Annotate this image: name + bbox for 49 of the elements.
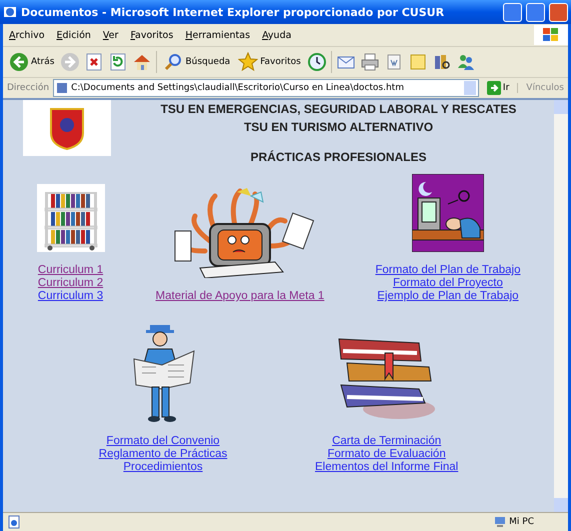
scrollbar[interactable]: [554, 100, 568, 512]
document-link[interactable]: Procedimientos: [123, 461, 203, 474]
document-link[interactable]: Material de Apoyo para la Meta 1: [156, 290, 324, 303]
window-title: Documentos - Microsoft Internet Explorer proporcionado por CUSUR: [21, 6, 446, 18]
file-icon: [56, 82, 68, 94]
document-link[interactable]: Formato de Evaluación: [327, 448, 446, 461]
document-link[interactable]: Formato del Plan de Trabajo: [375, 264, 520, 277]
toolbar-button[interactable]: Favoritos: [236, 50, 303, 74]
menu-item[interactable]: Ayuda: [256, 28, 298, 42]
document-link[interactable]: Carta de Terminación: [332, 435, 442, 448]
page-heading: TSU EN TURISMO ALTERNATIVO: [244, 120, 434, 134]
refresh-icon[interactable]: [108, 52, 128, 72]
close-button[interactable]: [549, 2, 568, 22]
windows-logo-icon: [534, 25, 568, 45]
printer-icon[interactable]: [360, 52, 380, 72]
document-link[interactable]: Formato del Convenio: [106, 435, 220, 448]
page-icon: [7, 515, 21, 529]
menu-item[interactable]: Edición: [50, 28, 97, 42]
zone-label: Mi PC: [509, 517, 534, 527]
address-field[interactable]: C:\Documents and Settings\claudiall\Escritorio\Curso en Linea\doctos.htm: [53, 79, 479, 97]
search-icon[interactable]: [163, 52, 184, 72]
document-link[interactable]: Elementos del Informe Final: [315, 461, 458, 474]
menu-item[interactable]: Archivo: [3, 28, 51, 42]
book-cart-drawing: [36, 184, 105, 252]
document-link[interactable]: Curriculum 3: [38, 290, 104, 303]
page-heading: TSU EN EMERGENCIAS, SEGURIDAD LABORAL Y RESCATES: [160, 102, 516, 116]
links-toolbar-label[interactable]: Vínculos: [517, 83, 564, 93]
browser-icon: [3, 5, 17, 19]
document-link[interactable]: Formato del Proyecto: [392, 277, 503, 290]
menu-item[interactable]: Favoritos: [124, 28, 180, 42]
star-icon[interactable]: [238, 52, 258, 72]
document-link[interactable]: Curriculum 2: [38, 277, 104, 290]
home-icon[interactable]: [132, 52, 152, 72]
toolbar-button[interactable]: Búsqueda: [161, 50, 232, 74]
menu-item[interactable]: Herramientas: [179, 28, 256, 42]
go-button[interactable]: Ir: [482, 81, 514, 95]
document-link[interactable]: Curriculum 1: [38, 264, 104, 277]
stop-icon[interactable]: [84, 52, 104, 72]
document-link[interactable]: Reglamento de Prácticas: [98, 448, 228, 461]
page-heading: PRÁCTICAS PROFESIONALES: [250, 150, 426, 164]
address-label: Dirección: [7, 83, 50, 93]
computer-icon: [494, 516, 506, 528]
minimize-button[interactable]: [503, 2, 522, 22]
maximize-button[interactable]: [526, 2, 545, 22]
people-icon[interactable]: [456, 52, 476, 72]
document-link[interactable]: Ejemplo de Plan de Trabajo: [377, 290, 519, 303]
menu-item[interactable]: Ver: [96, 28, 124, 42]
history-icon[interactable]: [306, 52, 327, 72]
toolbar-button[interactable]: Atrás: [7, 50, 56, 74]
